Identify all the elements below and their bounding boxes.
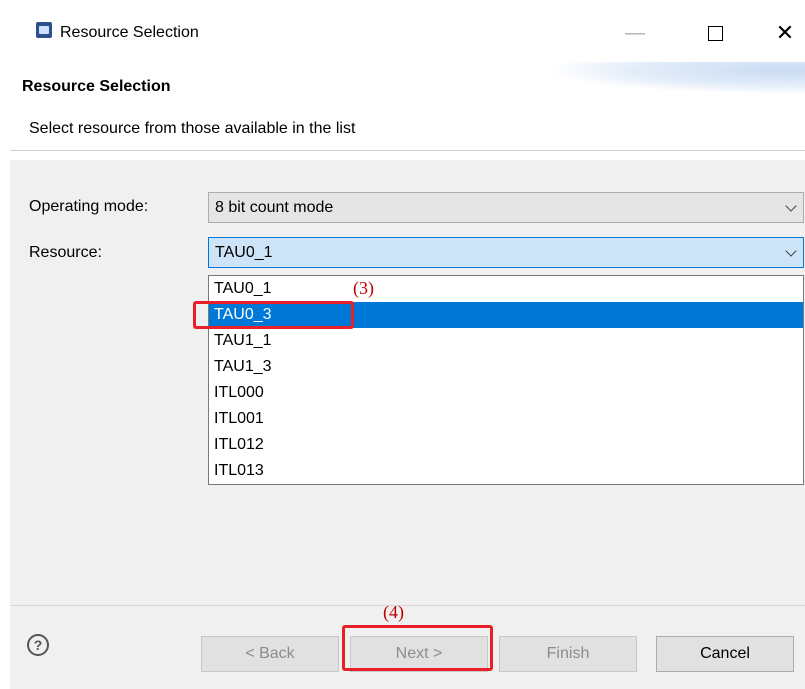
title-bar: Resource Selection — ✕ xyxy=(10,0,805,62)
resource-select[interactable]: TAU0_1 xyxy=(208,237,804,268)
operating-mode-select[interactable]: 8 bit count mode xyxy=(208,192,804,223)
cancel-button[interactable]: Cancel xyxy=(656,636,794,672)
back-button[interactable]: < Back xyxy=(201,636,339,672)
dropdown-option[interactable]: ITL012 xyxy=(209,432,803,458)
dropdown-option[interactable]: ITL001 xyxy=(209,406,803,432)
step-4-annotation-label: (4) xyxy=(383,602,404,622)
page-description: Select resource from those available in … xyxy=(29,120,356,137)
dropdown-option[interactable]: TAU0_1 xyxy=(209,276,803,302)
maximize-icon xyxy=(707,26,723,42)
help-icon[interactable]: ? xyxy=(27,634,49,656)
step-3-highlight-box xyxy=(193,301,354,329)
header-divider xyxy=(10,150,805,151)
page-title: Resource Selection xyxy=(22,78,171,95)
resource-selection-dialog: Resource Selection — ✕ Resource Selectio… xyxy=(10,0,805,689)
maximize-button[interactable] xyxy=(700,18,730,48)
wizard-body: Operating mode: 8 bit count mode Resourc… xyxy=(10,160,805,605)
resource-value: TAU0_1 xyxy=(215,244,273,261)
close-button[interactable]: ✕ xyxy=(770,18,800,48)
wizard-header: Resource Selection Select resource from … xyxy=(10,62,805,150)
chevron-down-icon xyxy=(785,200,797,212)
operating-mode-value: 8 bit count mode xyxy=(215,199,334,216)
dropdown-option[interactable]: ITL013 xyxy=(209,458,803,484)
wizard-footer: ? < Back Next > Finish Cancel (4) xyxy=(10,602,805,689)
chevron-down-icon xyxy=(785,245,797,257)
step-3-annotation-label: (3) xyxy=(353,278,374,298)
dropdown-option[interactable]: TAU1_1 xyxy=(209,328,803,354)
resource-label: Resource: xyxy=(29,244,102,261)
window-title: Resource Selection xyxy=(60,24,199,41)
app-icon xyxy=(36,22,52,38)
step-4-highlight-box xyxy=(342,625,493,671)
finish-button[interactable]: Finish xyxy=(499,636,637,672)
minimize-button[interactable]: — xyxy=(620,18,650,48)
dropdown-option[interactable]: TAU1_3 xyxy=(209,354,803,380)
operating-mode-label: Operating mode: xyxy=(29,198,149,215)
header-banner-graphic xyxy=(545,62,805,94)
dropdown-option[interactable]: ITL000 xyxy=(209,380,803,406)
